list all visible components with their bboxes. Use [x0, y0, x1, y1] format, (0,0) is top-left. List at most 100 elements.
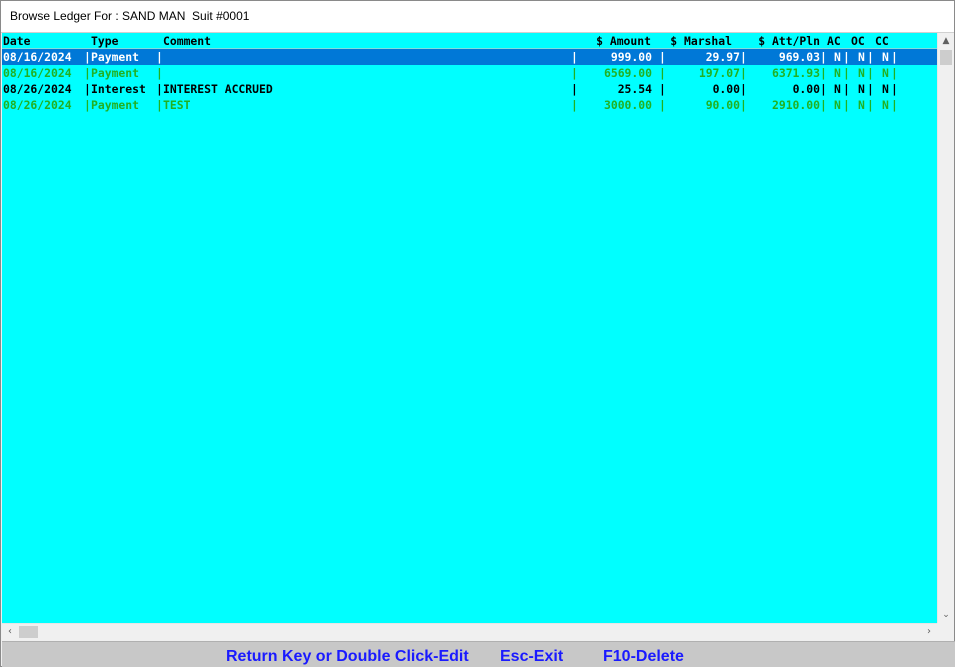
- cell-type: Payment: [91, 50, 140, 64]
- cell-att-pln: 6371.93: [771, 66, 820, 80]
- cell-marshal: 90.00: [705, 98, 740, 112]
- cell-att-pln: 0.00: [792, 82, 820, 96]
- column-separator: |: [740, 66, 747, 80]
- horizontal-scroll-thumb[interactable]: [19, 626, 38, 638]
- exit-hint[interactable]: Esc-Exit: [500, 648, 563, 666]
- cell-cc: N: [882, 82, 889, 96]
- cell-date: 08/16/2024: [3, 66, 72, 80]
- column-header-ac[interactable]: AC: [827, 33, 841, 49]
- column-separator: |: [156, 98, 163, 112]
- edit-hint[interactable]: Return Key or Double Click-Edit: [226, 648, 469, 666]
- cell-oc: N: [858, 66, 865, 80]
- column-separator: |: [156, 66, 163, 80]
- column-separator: |: [571, 66, 578, 80]
- cell-marshal: 29.97: [705, 50, 740, 64]
- column-header-marshal[interactable]: $ Marshal: [652, 33, 732, 49]
- column-separator: |: [571, 98, 578, 112]
- column-separator: |: [571, 50, 578, 64]
- ledger-row[interactable]: 08/26/2024 | Interest | INTEREST ACCRUED | 25.…: [2, 81, 937, 97]
- column-separator: |: [891, 50, 898, 64]
- column-header-comment[interactable]: Comment: [163, 33, 211, 49]
- column-separator: |: [820, 66, 827, 80]
- scroll-down-icon[interactable]: ⌄: [938, 607, 954, 623]
- column-separator: |: [843, 50, 850, 64]
- cell-ac: N: [834, 50, 841, 64]
- scroll-up-icon[interactable]: ▲: [938, 33, 954, 49]
- column-separator: |: [820, 50, 827, 64]
- ledger-row[interactable]: 08/16/2024 | Payment | | 6569.00 | 197.07 | 6371.…: [2, 65, 937, 81]
- cell-oc: N: [858, 82, 865, 96]
- column-separator: |: [867, 82, 874, 96]
- cell-comment: TEST: [163, 98, 191, 112]
- column-separator: |: [740, 50, 747, 64]
- column-header-row: Date Type Comment $ Amount $ Marshal $ A…: [2, 33, 937, 49]
- column-separator: |: [659, 50, 666, 64]
- cell-cc: N: [882, 50, 889, 64]
- cell-amount: 6569.00: [603, 66, 652, 80]
- column-separator: |: [156, 50, 163, 64]
- column-separator: |: [84, 50, 91, 64]
- delete-hint[interactable]: F10-Delete: [603, 648, 684, 666]
- column-separator: |: [891, 98, 898, 112]
- cell-ac: N: [834, 82, 841, 96]
- scroll-right-icon[interactable]: ›: [921, 624, 937, 640]
- column-header-date[interactable]: Date: [3, 33, 30, 49]
- column-separator: |: [659, 82, 666, 96]
- column-header-att-pln[interactable]: $ Att/Pln: [738, 33, 820, 49]
- column-separator: |: [84, 66, 91, 80]
- cell-att-pln: 969.03: [778, 50, 820, 64]
- ledger-window: Browse Ledger For : SAND MAN Suit #0001 …: [0, 0, 955, 667]
- column-separator: |: [820, 82, 827, 96]
- column-separator: |: [867, 66, 874, 80]
- title-bar: Browse Ledger For : SAND MAN Suit #0001: [1, 1, 954, 33]
- column-separator: |: [84, 98, 91, 112]
- column-separator: |: [659, 98, 666, 112]
- column-separator: |: [867, 50, 874, 64]
- scroll-corner: [937, 623, 954, 640]
- column-separator: |: [843, 82, 850, 96]
- cell-date: 08/26/2024: [3, 82, 72, 96]
- cell-marshal: 0.00: [712, 82, 740, 96]
- column-header-oc[interactable]: OC: [851, 33, 865, 49]
- cell-amount: 25.54: [617, 82, 652, 96]
- cell-type: Payment: [91, 66, 140, 80]
- column-separator: |: [84, 82, 91, 96]
- column-separator: |: [820, 98, 827, 112]
- scroll-left-icon[interactable]: ‹: [2, 624, 18, 640]
- column-separator: |: [867, 98, 874, 112]
- column-header-type[interactable]: Type: [91, 33, 118, 49]
- vertical-scroll-thumb[interactable]: [940, 50, 952, 65]
- column-separator: |: [571, 82, 578, 96]
- vertical-scrollbar[interactable]: ▲ ⌄: [937, 33, 954, 623]
- ledger-row[interactable]: 08/26/2024 | Payment | TEST | 3000.00 | 90.00 | 29…: [2, 97, 937, 113]
- column-separator: |: [843, 98, 850, 112]
- cell-ac: N: [834, 66, 841, 80]
- footer-hint-bar: Return Key or Double Click-Edit Esc-Exit…: [2, 641, 955, 667]
- column-separator: |: [891, 66, 898, 80]
- column-separator: |: [156, 82, 163, 96]
- column-separator: |: [891, 82, 898, 96]
- cell-oc: N: [858, 50, 865, 64]
- ledger-row[interactable]: 08/16/2024 | Payment | | 999.00 | 29.97 | 969.03 |…: [2, 49, 937, 65]
- cell-type: Payment: [91, 98, 140, 112]
- cell-marshal: 197.07: [698, 66, 740, 80]
- cell-cc: N: [882, 66, 889, 80]
- cell-date: 08/26/2024: [3, 98, 72, 112]
- horizontal-scrollbar[interactable]: ‹ ›: [2, 623, 937, 640]
- cell-comment: INTEREST ACCRUED: [163, 82, 273, 96]
- column-separator: |: [740, 82, 747, 96]
- column-separator: |: [740, 98, 747, 112]
- cell-ac: N: [834, 98, 841, 112]
- cell-amount: 999.00: [610, 50, 652, 64]
- window-title: Browse Ledger For : SAND MAN Suit #0001: [10, 9, 250, 23]
- column-header-cc[interactable]: CC: [875, 33, 889, 49]
- cell-date: 08/16/2024: [3, 50, 72, 64]
- column-separator: |: [843, 66, 850, 80]
- cell-cc: N: [882, 98, 889, 112]
- cell-amount: 3000.00: [603, 98, 652, 112]
- ledger-list[interactable]: Date Type Comment $ Amount $ Marshal $ A…: [2, 33, 937, 623]
- column-separator: |: [659, 66, 666, 80]
- column-header-amount[interactable]: $ Amount: [572, 33, 651, 49]
- cell-type: Interest: [91, 82, 146, 96]
- cell-att-pln: 2910.00: [771, 98, 820, 112]
